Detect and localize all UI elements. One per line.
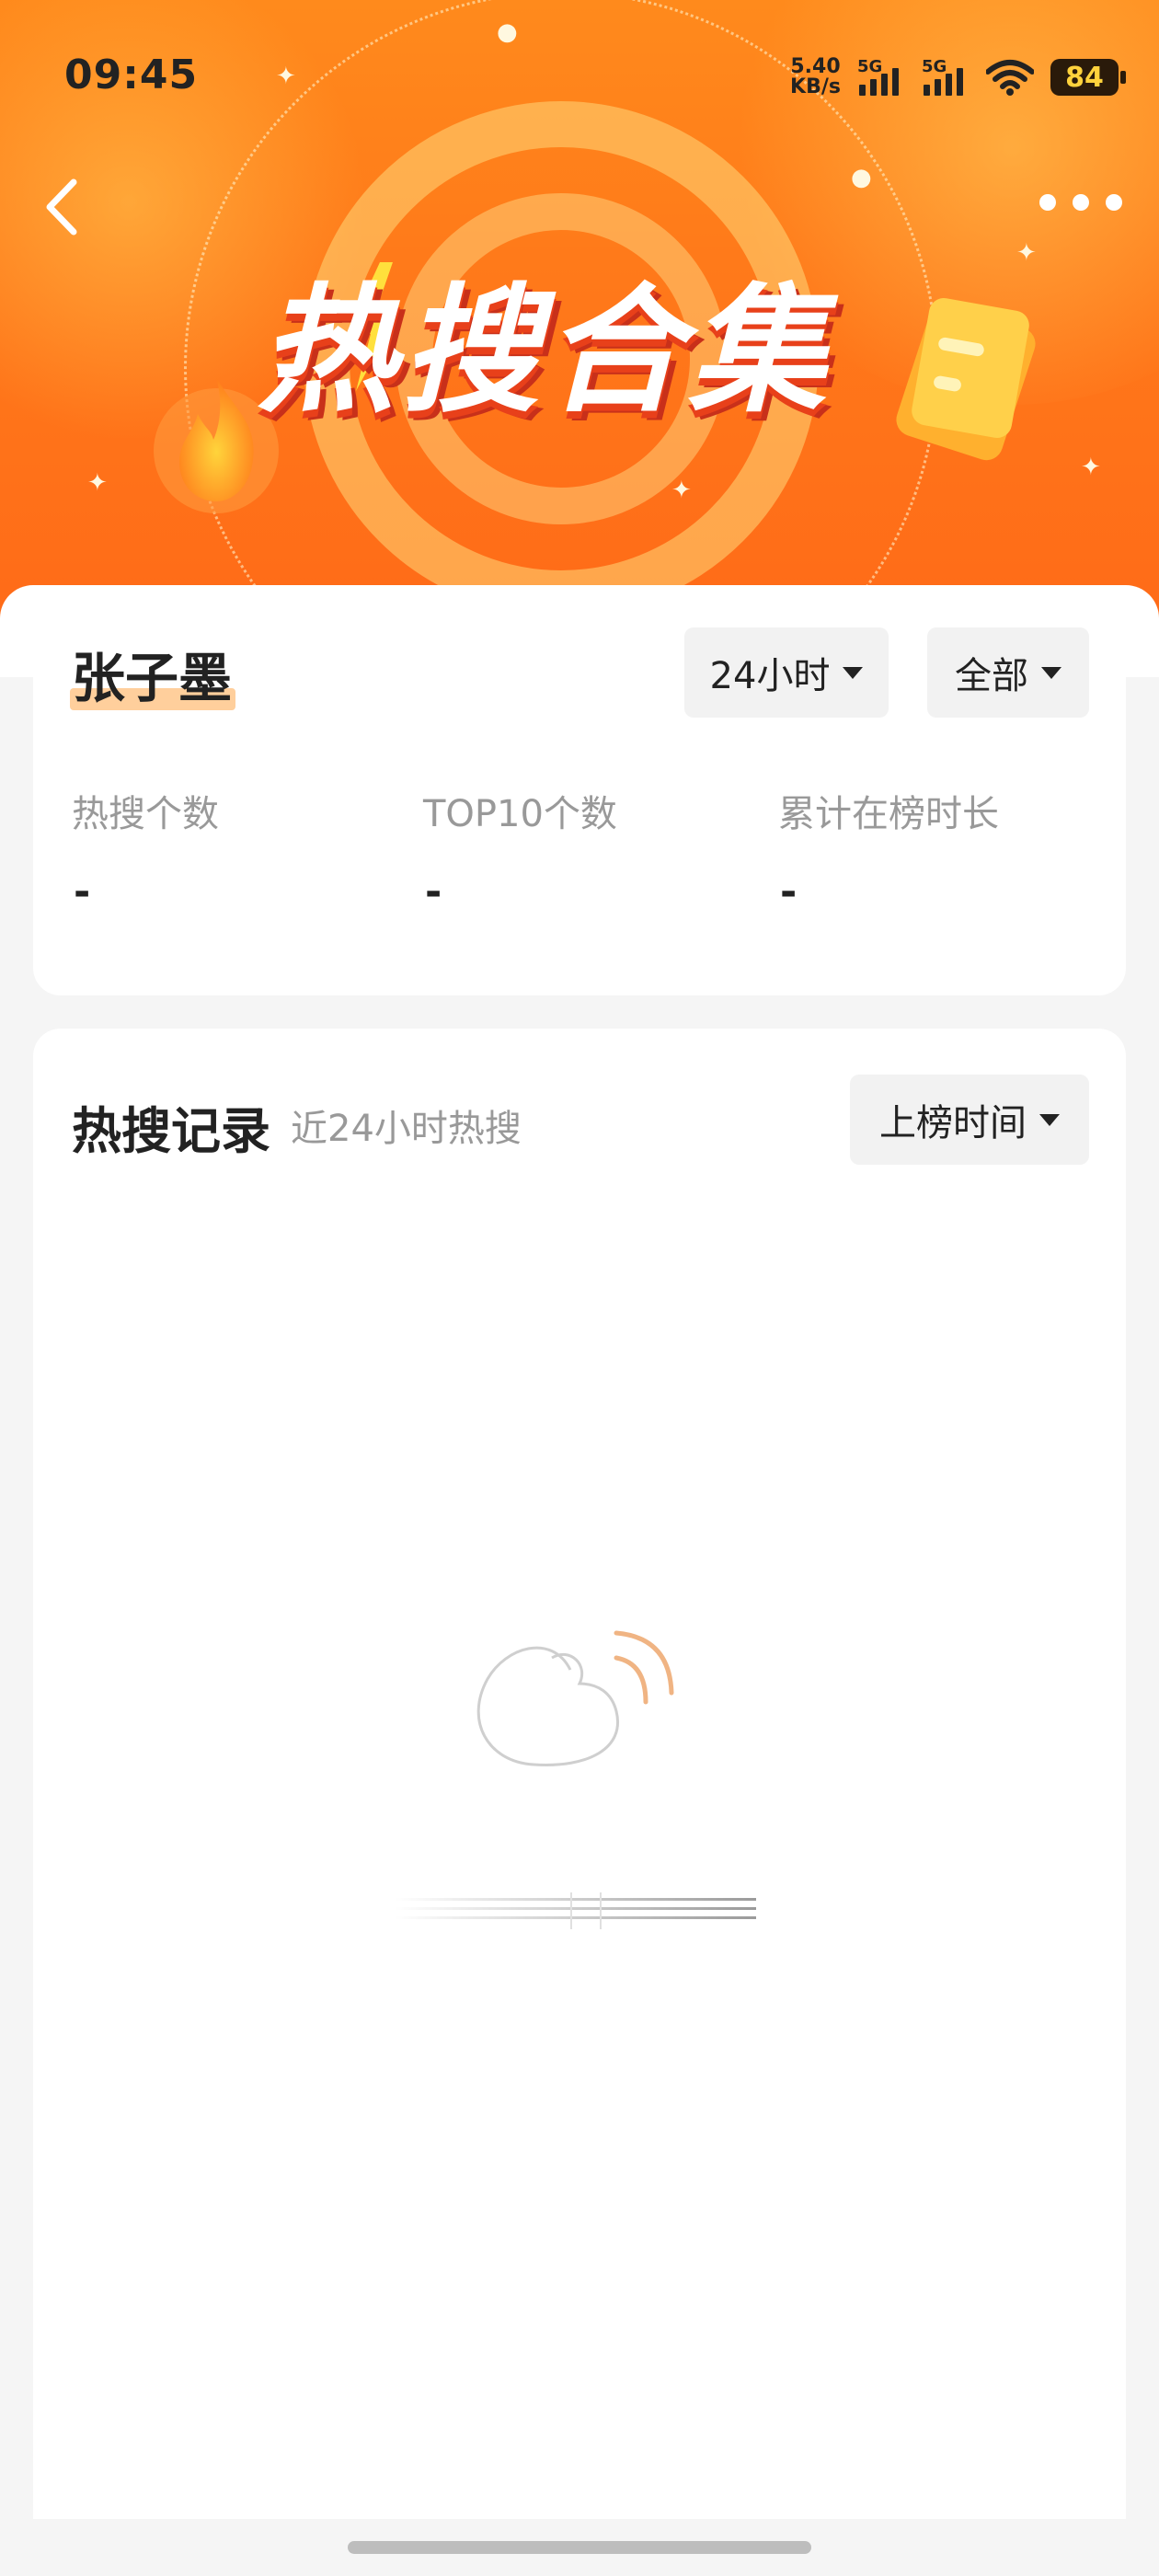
scope-filter-label: 全部 — [955, 655, 1028, 697]
sparkle-icon: ✦ — [87, 469, 108, 497]
caret-down-icon — [843, 666, 864, 679]
time-filter-dropdown[interactable]: 24小时 — [684, 627, 889, 718]
status-icons: 5.40 KB/s 5G 5G 84 — [790, 52, 1126, 103]
sparkle-icon: ✦ — [1016, 239, 1037, 267]
records-title: 热搜记录 — [72, 1102, 270, 1160]
back-icon[interactable] — [37, 175, 92, 239]
scope-filter-dropdown[interactable]: 全部 — [927, 627, 1089, 718]
loading-illustration — [476, 1630, 674, 1766]
loading-lines-icon — [396, 1892, 756, 1929]
status-time: 09:45 — [64, 52, 199, 98]
dot-icon — [1039, 194, 1056, 211]
caret-down-icon — [1041, 666, 1061, 679]
network-speed-unit: KB/s — [790, 75, 841, 98]
network-speed-value: 5.40 — [790, 55, 841, 78]
sparkle-icon: ● — [851, 164, 872, 191]
sort-label: 上榜时间 — [879, 1102, 1027, 1144]
stat-value-top10-count: - — [425, 868, 442, 915]
home-indicator[interactable] — [348, 2541, 811, 2554]
records-subtitle: 近24小时热搜 — [291, 1108, 522, 1150]
dot-icon — [1073, 194, 1089, 211]
document-folder-icon — [896, 298, 1036, 461]
signal-icon: 5G — [857, 57, 905, 96]
sort-dropdown[interactable]: 上榜时间 — [850, 1075, 1089, 1165]
wifi-icon — [986, 60, 1034, 96]
signal-icon: 5G — [922, 57, 970, 96]
banner-title: 热搜合集 — [258, 271, 832, 431]
stat-label-top10-count: TOP10个数 — [423, 793, 617, 835]
stat-label-hot-count: 热搜个数 — [72, 793, 219, 835]
sparkle-icon: ✦ — [671, 477, 692, 504]
caret-down-icon — [1039, 1113, 1060, 1126]
sparkle-icon: ✦ — [276, 63, 296, 90]
stat-value-total-duration: - — [780, 868, 798, 915]
network-speed: 5.40 KB/s — [790, 57, 841, 98]
more-options-button[interactable] — [1039, 184, 1122, 221]
sparkle-icon: ✦ — [1081, 454, 1101, 481]
stat-value-hot-count: - — [74, 868, 91, 915]
header-banner: ✦ ✦ ✦ ✦ ✦ ● ● 热搜合集 09:45 5.40 KB/s 5G 5G… — [0, 0, 1159, 644]
sparkle-icon: ● — [497, 18, 518, 46]
time-filter-label: 24小时 — [709, 655, 831, 697]
battery-icon: 84 — [1050, 59, 1126, 96]
person-name: 张子墨 — [72, 647, 233, 709]
dot-icon — [1106, 194, 1122, 211]
stat-label-total-duration: 累计在榜时长 — [778, 793, 999, 835]
